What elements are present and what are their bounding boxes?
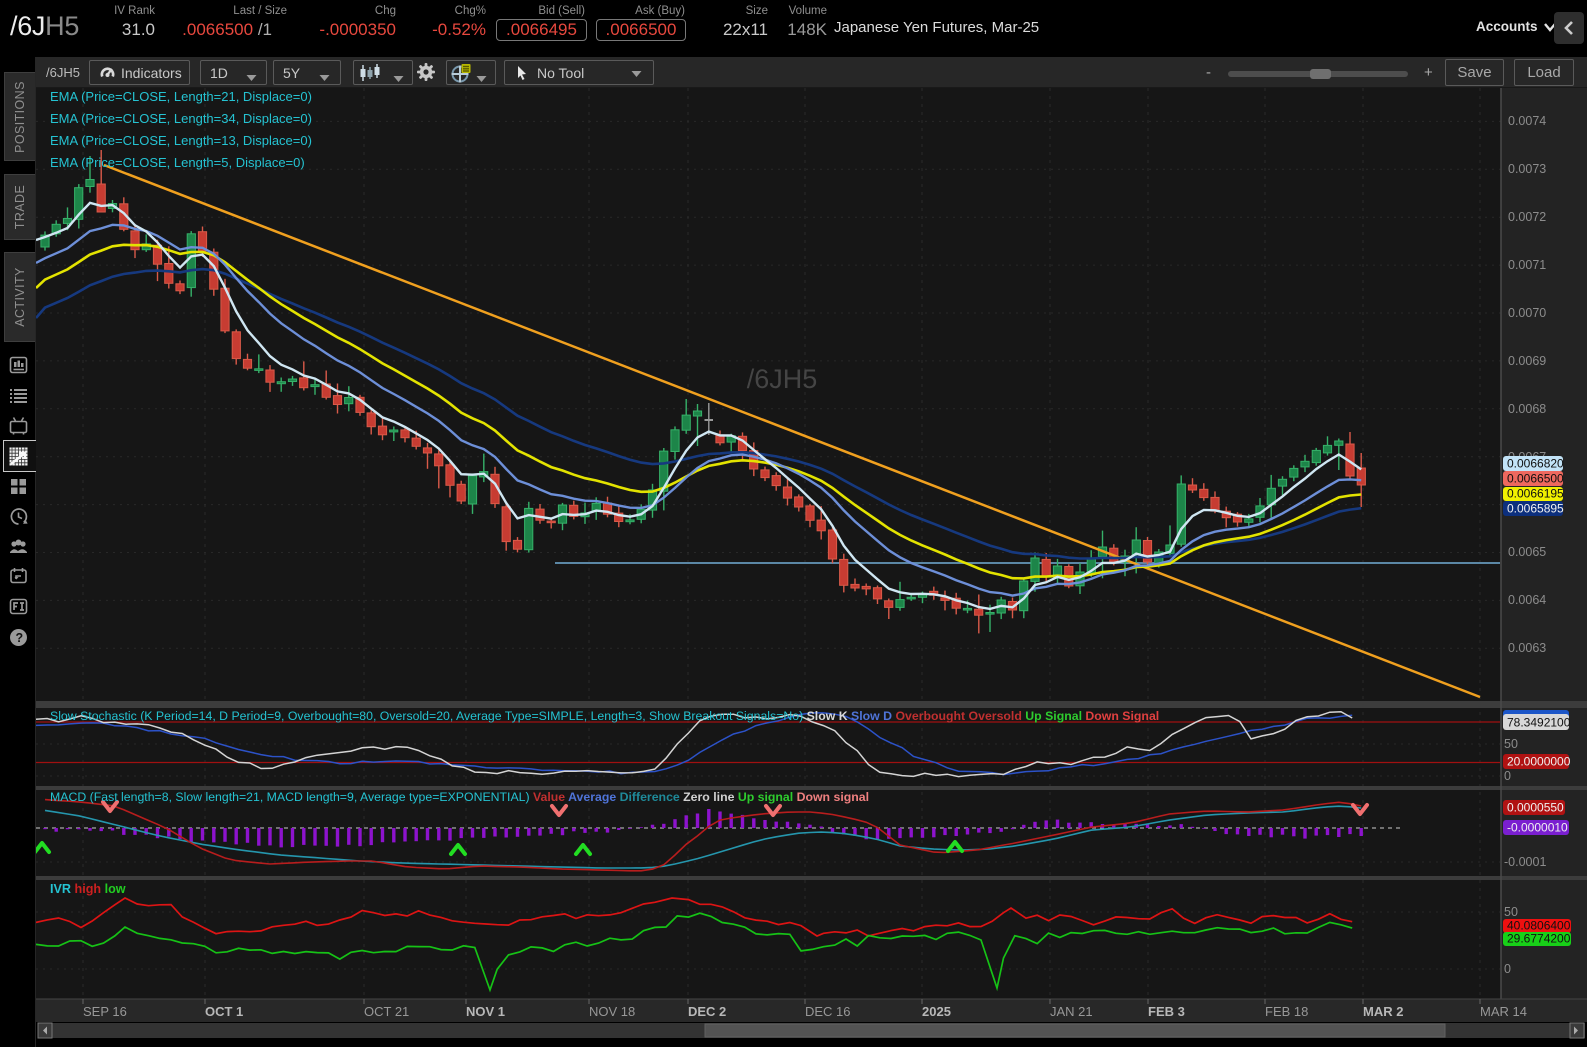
svg-text:0.0065895: 0.0065895 xyxy=(1507,502,1564,516)
svg-text:0: 0 xyxy=(1504,769,1511,783)
svg-text:FEB 18: FEB 18 xyxy=(1265,1004,1308,1019)
svg-text:0.0072: 0.0072 xyxy=(1508,210,1546,224)
svg-text:0.0074: 0.0074 xyxy=(1508,114,1546,128)
svg-text:DEC 16: DEC 16 xyxy=(805,1004,851,1019)
svg-text:SEP 16: SEP 16 xyxy=(83,1004,127,1019)
svg-text:?: ? xyxy=(16,631,24,645)
svg-text:0.0070: 0.0070 xyxy=(1508,306,1546,320)
svg-text:MAR 14: MAR 14 xyxy=(1480,1004,1527,1019)
svg-text:JAN 21: JAN 21 xyxy=(1050,1004,1093,1019)
svg-text:0.0071: 0.0071 xyxy=(1508,258,1546,272)
svg-text:EMA (Price=CLOSE, Length=13, D: EMA (Price=CLOSE, Length=13, Displace=0) xyxy=(50,133,312,148)
svg-text:2025: 2025 xyxy=(922,1004,951,1019)
svg-text:NOV 1: NOV 1 xyxy=(466,1004,505,1019)
svg-text:NOV 18: NOV 18 xyxy=(589,1004,635,1019)
svg-text:0.0064: 0.0064 xyxy=(1508,593,1546,607)
svg-text:40.0806400: 40.0806400 xyxy=(1507,919,1571,933)
svg-text:-0.0000010: -0.0000010 xyxy=(1507,821,1568,835)
svg-text:0.0000550: 0.0000550 xyxy=(1507,801,1564,815)
svg-text:78.3492100: 78.3492100 xyxy=(1507,716,1571,730)
svg-text:FEB 3: FEB 3 xyxy=(1148,1004,1185,1019)
svg-text:20.0000000: 20.0000000 xyxy=(1507,755,1571,769)
svg-text:-0.0001: -0.0001 xyxy=(1504,855,1546,869)
svg-text:50: 50 xyxy=(1504,737,1518,751)
svg-text:50: 50 xyxy=(1504,905,1518,919)
svg-text:0: 0 xyxy=(1504,962,1511,976)
svg-text:0.0066195: 0.0066195 xyxy=(1507,487,1564,501)
svg-text:0.0066820: 0.0066820 xyxy=(1507,457,1564,471)
svg-text:0.0065: 0.0065 xyxy=(1508,545,1546,559)
svg-text:MAR 2: MAR 2 xyxy=(1363,1004,1403,1019)
svg-text:EMA (Price=CLOSE, Length=21, D: EMA (Price=CLOSE, Length=21, Displace=0) xyxy=(50,89,312,104)
svg-text:29.6774200: 29.6774200 xyxy=(1507,932,1571,946)
svg-text:OCT 1: OCT 1 xyxy=(205,1004,243,1019)
svg-text:Slow Stochastic (K Period=14,: Slow Stochastic (K Period=14, D Period=9… xyxy=(50,709,1159,723)
svg-text:0.0063: 0.0063 xyxy=(1508,641,1546,655)
svg-text:0.0069: 0.0069 xyxy=(1508,354,1546,368)
svg-text:IVR high low: IVR high low xyxy=(50,882,126,896)
svg-text:/6JH5: /6JH5 xyxy=(747,364,818,394)
svg-text:0.0073: 0.0073 xyxy=(1508,162,1546,176)
svg-text:EMA (Price=CLOSE, Length=34, D: EMA (Price=CLOSE, Length=34, Displace=0) xyxy=(50,111,312,126)
svg-text:EMA (Price=CLOSE, Length=5, Di: EMA (Price=CLOSE, Length=5, Displace=0) xyxy=(50,155,305,170)
svg-text:OCT 21: OCT 21 xyxy=(364,1004,409,1019)
svg-text:0.0068: 0.0068 xyxy=(1508,402,1546,416)
svg-text:MACD (Fast length=8, Slow leng: MACD (Fast length=8, Slow length=21, MAC… xyxy=(50,790,869,804)
svg-text:0.0066500: 0.0066500 xyxy=(1507,472,1564,486)
svg-text:DEC 2: DEC 2 xyxy=(688,1004,726,1019)
